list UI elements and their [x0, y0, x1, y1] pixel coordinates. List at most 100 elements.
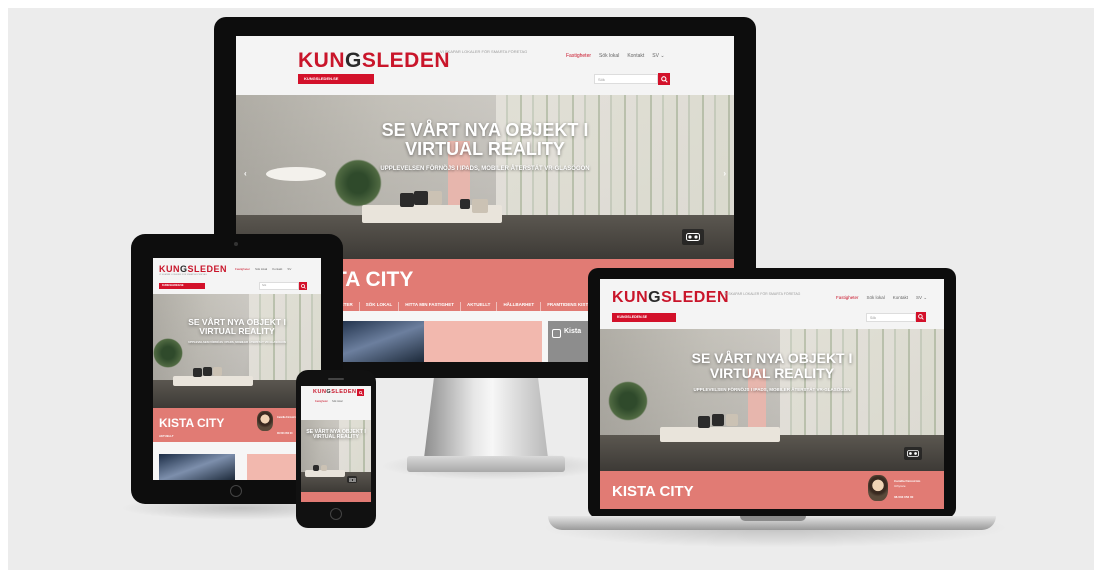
chevron-left-icon[interactable]: ‹ [244, 169, 247, 178]
tablet-camera [234, 242, 238, 246]
sub-nav: LETER SÖK LOKAL HITTA MIN FASTIGHET AKTU… [332, 299, 599, 311]
instagram-icon [552, 329, 561, 338]
hero-title: SE VÅRT NYA OBJEKT I VIRTUAL REALITY [188, 317, 286, 336]
tab-hallbarhet[interactable]: HÅLLBARHET [497, 302, 542, 311]
nav-item-kontakt[interactable]: Kontakt [627, 53, 644, 59]
search-button[interactable] [916, 312, 926, 322]
cushion [203, 367, 212, 376]
tab-hitta-min-fastighet[interactable]: HITTA MIN FASTIGHET [399, 302, 462, 311]
instagram-label: Kista [564, 328, 582, 335]
cushion [712, 414, 724, 426]
cushion [400, 193, 414, 207]
site-tagline: VI SKAPAR LOKALER FÖR SMARTA FÖRETAG [440, 49, 528, 54]
nav-item-sok-lokal[interactable]: Sök lokal [599, 53, 619, 59]
site-logo[interactable]: KUNGSLEDEN [612, 289, 729, 307]
contact-avatar [257, 411, 273, 431]
contact-avatar [868, 475, 888, 501]
laptop-screen: KUNGSLEDEN VI SKAPAR LOKALER FÖR SMARTA … [600, 279, 944, 509]
site-logo[interactable]: KUNGSLEDEN [159, 264, 227, 274]
search-button[interactable] [658, 73, 670, 85]
search-input[interactable]: Sök [594, 74, 658, 84]
vr-button[interactable] [682, 229, 704, 245]
menu-button[interactable] [357, 389, 364, 396]
phone-home-button[interactable] [330, 508, 342, 520]
hero-subtitle: UPPLEVELSEN FÖRNÖJS I IPADS, MOBILER ÅTE… [693, 387, 851, 392]
tablet-home-button[interactable] [230, 485, 242, 497]
main-nav: Fastigheter Sök lokal [315, 400, 343, 403]
main-nav: Fastigheter Sök lokal Kontakt SV [235, 267, 291, 271]
vr-glasses-icon [348, 477, 356, 482]
main-nav: Fastigheter Sök lokal Kontakt SV ⌄ [566, 53, 665, 59]
site-tagline: VI SKAPAR LOKALER FÖR SMARTA FÖRETAG [724, 292, 801, 296]
site-header: KUNGSLEDEN VI SKAPAR LOKALER FÖR SMARTA … [153, 258, 321, 294]
language-select[interactable]: SV ⌄ [916, 295, 927, 301]
tab-aktuellt[interactable]: AKTUELLT [461, 302, 498, 311]
chevron-right-icon[interactable]: › [723, 169, 726, 178]
bench [305, 470, 345, 477]
cushion [460, 199, 470, 209]
vr-glasses-icon [907, 450, 919, 457]
cushion [321, 465, 327, 471]
language-select[interactable]: SV ⌄ [652, 53, 664, 59]
search-input[interactable]: Sök [866, 313, 916, 322]
nav-item-fastigheter[interactable]: Fastigheter [836, 295, 859, 301]
nav-item-kontakt[interactable]: Kontakt [272, 267, 282, 271]
hero-banner: SE VÅRT NYA OBJEKT I VIRTUAL REALITY [301, 420, 371, 492]
contact-phone[interactable]: 08-503 052 00 [277, 432, 292, 435]
search-icon [660, 75, 668, 83]
contact-role: Uthyrare [894, 484, 906, 488]
cushion [698, 416, 710, 428]
laptop-notch [740, 516, 806, 521]
monitor-stand-base [407, 456, 565, 472]
search-button[interactable] [299, 282, 307, 290]
nav-item-sok-lokal[interactable]: Sök lokal [332, 400, 343, 403]
cushion [726, 414, 738, 426]
nav-item-sok-lokal[interactable]: Sök lokal [867, 295, 885, 301]
cushion [428, 191, 442, 205]
site-logo[interactable]: KUNGSLEDEN [313, 389, 357, 395]
hero-subtitle: UPPLEVELSEN FÖRNÖJS I IPADS, MOBILER ÅTE… [380, 166, 590, 172]
bench [173, 376, 253, 386]
kungsleden-bar[interactable]: KUNGSLEDEN.SE [612, 313, 676, 322]
nav-item-kontakt[interactable]: Kontakt [893, 295, 908, 301]
hero-title: SE VÅRT NYA OBJEKT I VIRTUAL REALITY [381, 120, 589, 159]
cushion [193, 368, 202, 377]
search-icon [300, 283, 306, 289]
site-header: KUNGSLEDEN Fastigheter Sök lokal [301, 386, 371, 420]
cushion [472, 199, 488, 213]
contact-phone[interactable]: 08-503 052 00 [894, 495, 913, 499]
site-tagline: VI SKAPAR LOKALER FÖR SMARTA FÖRETAG [159, 274, 207, 276]
nav-item-fastigheter[interactable]: Fastigheter [566, 53, 591, 59]
main-nav: Fastigheter Sök lokal Kontakt SV ⌄ [836, 295, 927, 301]
page-title: KISTA CITY [159, 416, 225, 430]
phone-speaker [328, 378, 344, 380]
bench [660, 427, 780, 442]
hero-title: SE VÅRT NYA OBJEKT I VIRTUAL REALITY [691, 350, 853, 381]
nav-item-fastigheter[interactable]: Fastigheter [315, 400, 328, 403]
cushion [213, 367, 222, 376]
nav-item-sok-lokal[interactable]: Sök lokal [255, 267, 267, 271]
contact-name: Camilla Färnström [894, 479, 921, 483]
cushion [313, 465, 319, 471]
news-image [159, 454, 235, 480]
kungsleden-bar[interactable]: KUNGSLEDEN.SE [159, 283, 205, 289]
hero-subtitle: UPPLEVELSEN FÖRNÖJS I IPADS, MOBILER ÅTE… [188, 340, 286, 344]
tablet-link-aktuellt[interactable]: AKTUELLT [159, 434, 174, 438]
news-card [424, 321, 542, 362]
search-input[interactable]: Sök [259, 282, 299, 290]
vr-button[interactable] [904, 447, 922, 460]
hero-title: SE VÅRT NYA OBJEKT I VIRTUAL REALITY [306, 429, 366, 441]
vr-button[interactable] [347, 476, 357, 483]
kungsleden-bar[interactable]: KUNGSLEDEN.SE [298, 74, 374, 84]
phone-screen: KUNGSLEDEN Fastigheter Sök lokal SE VÅRT… [301, 386, 371, 502]
tab-sok-lokal[interactable]: SÖK LOKAL [360, 302, 400, 311]
hero-banner: SE VÅRT NYA OBJEKT I VIRTUAL REALITY UPPL… [600, 329, 944, 471]
site-logo[interactable]: KUNGSLEDEN [298, 49, 450, 73]
language-select[interactable]: SV [287, 267, 291, 271]
chevron-down-icon: ⌄ [923, 295, 928, 300]
contact-name: Camilla Färnström [277, 416, 298, 419]
site-header: KUNGSLEDEN VI SKAPAR LOKALER FÖR SMARTA … [236, 36, 734, 95]
cushion [414, 191, 428, 205]
monitor-stand [424, 378, 548, 458]
nav-item-fastigheter[interactable]: Fastigheter [235, 267, 250, 271]
